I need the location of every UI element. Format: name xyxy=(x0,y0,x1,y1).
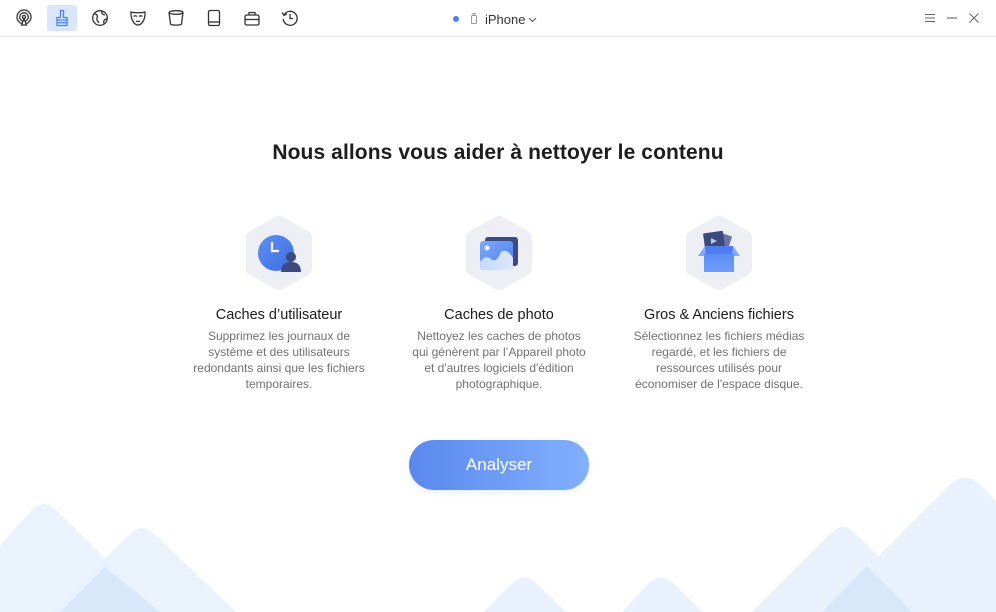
feature-photo-caches: Caches de photo Nettoyez les caches de p… xyxy=(404,214,594,392)
phone-icon xyxy=(471,13,477,24)
trash-bin-icon xyxy=(168,10,184,26)
top-toolbar: iPhone xyxy=(0,0,996,37)
feature-title: Gros & Anciens fichiers xyxy=(644,307,794,323)
minimize-icon xyxy=(947,17,957,19)
feature-description: Nettoyez les caches de photos qui génère… xyxy=(412,329,586,391)
feature-title: Caches de photo xyxy=(444,307,554,323)
feature-hexagon xyxy=(684,214,754,292)
feature-user-caches: Caches d’utilisateur Supprimez les journ… xyxy=(184,214,374,392)
feature-description: Sélectionnez les fichiers médias regardé… xyxy=(633,329,805,391)
page-headline: Nous allons vous aider à nettoyer le con… xyxy=(272,141,724,164)
nav-history-button[interactable] xyxy=(275,5,305,31)
connection-status-dot xyxy=(453,16,459,22)
nav-toolbox-button[interactable] xyxy=(237,5,267,31)
tablet-icon xyxy=(207,9,221,27)
analyze-button[interactable]: Analyser xyxy=(409,440,589,490)
feature-large-old-files: Gros & Anciens fichiers Sélectionnez les… xyxy=(624,214,814,392)
chevron-down-icon xyxy=(529,17,537,22)
large-old-files-box-icon xyxy=(698,230,740,272)
cleaner-brush-icon xyxy=(56,9,68,27)
airplay-icon xyxy=(16,9,32,26)
device-name: iPhone xyxy=(485,11,526,27)
nav-airplay-button[interactable] xyxy=(9,5,39,31)
feature-title: Caches d’utilisateur xyxy=(215,307,343,323)
history-icon xyxy=(281,10,298,26)
toolbox-icon xyxy=(244,11,260,26)
device-selector[interactable]: iPhone xyxy=(453,10,537,28)
nav-cleaner-button[interactable] xyxy=(47,5,77,31)
feature-description: Supprimez les journaux de système et des… xyxy=(193,329,365,391)
feature-hexagon xyxy=(244,214,314,292)
photo-cache-icon xyxy=(480,237,518,270)
minimize-button[interactable] xyxy=(944,10,960,26)
close-button[interactable] xyxy=(966,10,982,26)
mask-icon xyxy=(130,11,146,26)
nav-eraser-button[interactable] xyxy=(161,5,191,31)
close-icon xyxy=(969,13,979,23)
nav-device-button[interactable] xyxy=(199,5,229,31)
menu-icon xyxy=(925,14,935,22)
user-cache-clock-icon xyxy=(258,235,301,272)
nav-privacy-button[interactable] xyxy=(123,5,153,31)
menu-button[interactable] xyxy=(922,10,938,26)
nav-globe-button[interactable] xyxy=(85,5,115,31)
background-mountains xyxy=(0,477,996,612)
feature-hexagon xyxy=(464,214,534,292)
globe-icon xyxy=(92,10,108,26)
